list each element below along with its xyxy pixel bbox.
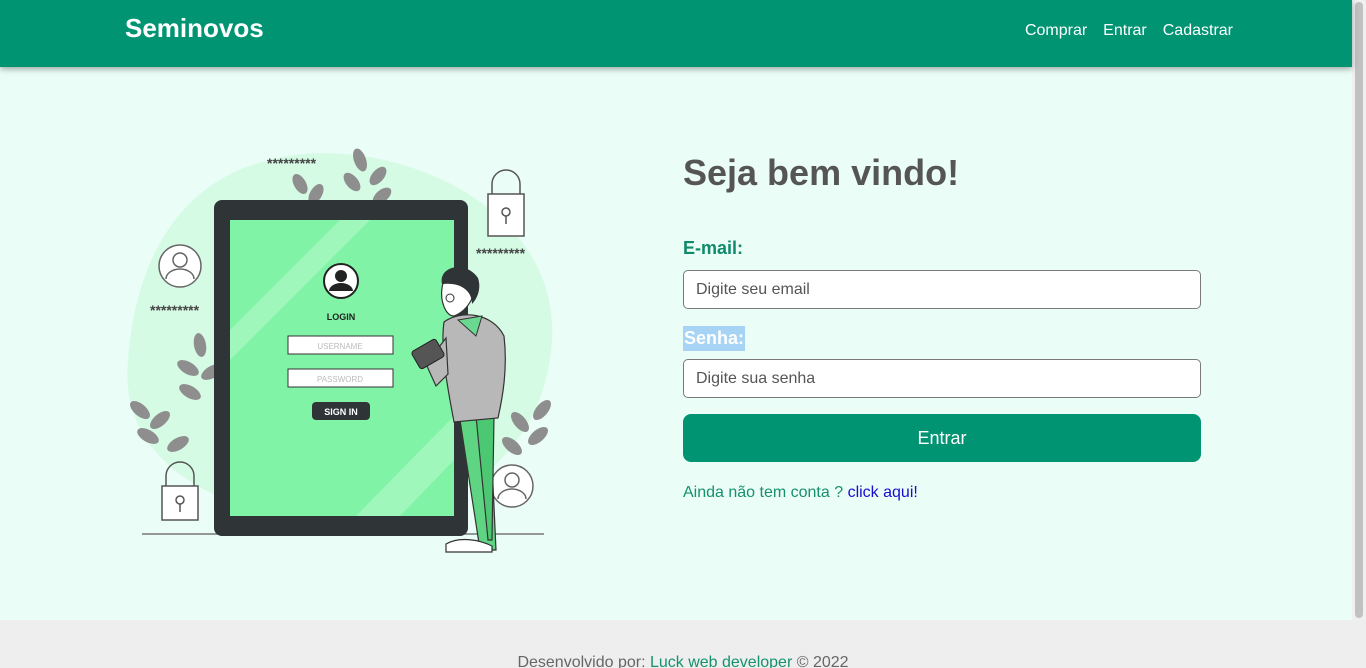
login-illustration: ********* ********* ********* LOGIN USER… xyxy=(127,148,553,553)
email-label: E-mail: xyxy=(683,238,744,258)
login-button[interactable]: Entrar xyxy=(683,414,1201,462)
password-field[interactable] xyxy=(683,359,1201,398)
padlock-icon xyxy=(487,169,525,237)
password-mask-right: ********* xyxy=(476,245,526,261)
password-label: Senha: xyxy=(683,326,746,351)
screen-login-title: LOGIN xyxy=(327,312,356,322)
navbar: Seminovos Comprar Entrar Cadastrar xyxy=(0,0,1352,67)
nav-link-entrar[interactable]: Entrar xyxy=(1103,22,1147,40)
nav-links: Comprar Entrar Cadastrar xyxy=(1025,22,1233,40)
brand-logo[interactable]: Seminovos xyxy=(125,13,264,44)
screen-username-field: USERNAME xyxy=(317,342,362,351)
nav-link-cadastrar[interactable]: Cadastrar xyxy=(1163,22,1233,40)
welcome-heading: Seja bem vindo! xyxy=(683,152,960,193)
footer: Desenvolvido por: Luck web developer © 2… xyxy=(0,620,1366,668)
screen-sign-in-button: SIGN IN xyxy=(324,407,358,417)
email-field[interactable] xyxy=(683,270,1201,309)
password-mask-top: ********* xyxy=(267,155,317,171)
signup-link[interactable]: click aqui! xyxy=(848,484,918,501)
nav-link-comprar[interactable]: Comprar xyxy=(1025,22,1087,40)
password-mask-left: ********* xyxy=(150,302,200,318)
footer-author-link[interactable]: Luck web developer xyxy=(650,654,792,668)
footer-credit: Desenvolvido por: Luck web developer © 2… xyxy=(0,654,1366,668)
footer-copyright: © 2022 xyxy=(796,654,849,668)
user-avatar-icon xyxy=(158,244,202,288)
screen-user-icon xyxy=(323,263,359,299)
scrollbar-thumb[interactable] xyxy=(1355,2,1363,618)
user-avatar-icon xyxy=(490,464,534,508)
screen-password-field: PASSWORD xyxy=(317,375,363,384)
signup-prompt: Ainda não tem conta ? click aqui! xyxy=(683,484,918,502)
footer-prefix: Desenvolvido por: xyxy=(517,654,646,668)
vertical-scrollbar[interactable] xyxy=(1352,0,1366,620)
signup-prompt-text: Ainda não tem conta ? xyxy=(683,484,844,501)
